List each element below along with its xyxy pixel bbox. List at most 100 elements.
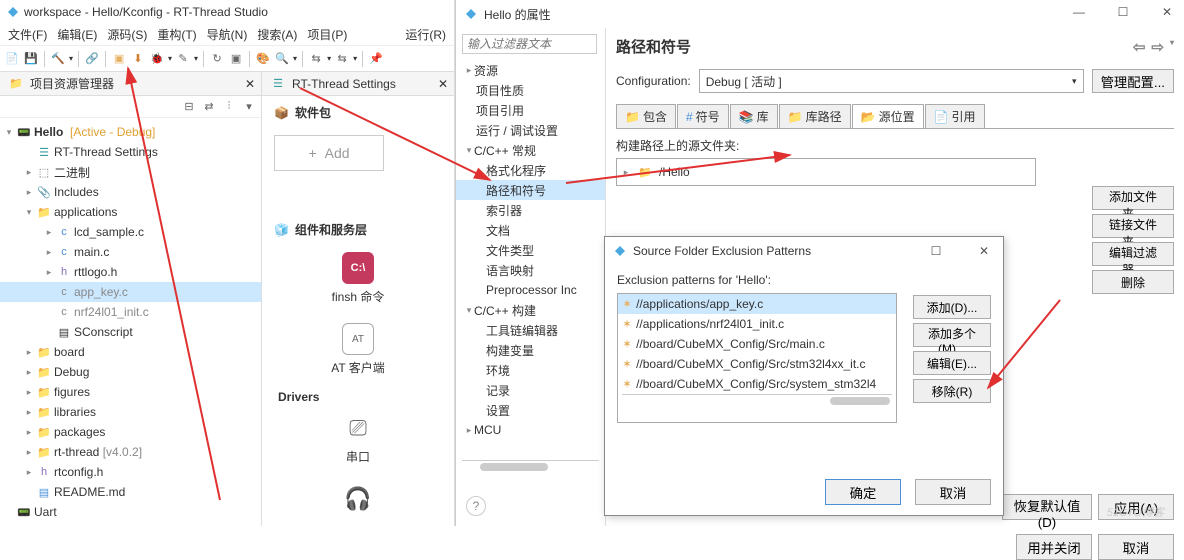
ptree-idx[interactable]: 索引器	[456, 200, 605, 220]
ptree-ftype[interactable]: 文件类型	[456, 240, 605, 260]
nav2-icon[interactable]: ⇆	[334, 51, 350, 67]
manage-config-button[interactable]: 管理配置...	[1092, 69, 1174, 93]
src-item[interactable]: ▸ 📁 /Hello	[621, 163, 1031, 181]
ptree-nature[interactable]: 项目性质	[456, 80, 605, 100]
ptree-ref[interactable]: 项目引用	[456, 100, 605, 120]
tool2-icon[interactable]: ✎	[175, 51, 191, 67]
help-icon[interactable]: ?	[466, 496, 486, 516]
dlg-add-button[interactable]: 添加(D)...	[913, 295, 991, 319]
link-folder-button[interactable]: 链接文件夹...	[1092, 214, 1174, 238]
tree-lcd-sample[interactable]: ▸clcd_sample.c	[0, 222, 261, 242]
audio-component[interactable]: 🎧	[342, 483, 374, 515]
dlg-remove-button[interactable]: 移除(R)	[913, 379, 991, 403]
filter-input[interactable]	[462, 34, 597, 54]
ptree-env[interactable]: 环境	[456, 360, 605, 380]
collapse-icon[interactable]: ⊟	[181, 99, 197, 115]
menu-refactor[interactable]: 重构(T)	[153, 24, 200, 45]
add-button[interactable]: + Add	[274, 135, 384, 171]
serial-component[interactable]: ⎚ 串口	[342, 412, 374, 465]
project-root[interactable]: ▾📟 Hello [Active - Debug]	[0, 122, 261, 142]
menu-search[interactable]: 搜索(A)	[253, 24, 301, 45]
link-editor-icon[interactable]: ⇄	[201, 99, 217, 115]
bug-icon[interactable]: 🐞	[149, 51, 165, 67]
maximize-icon[interactable]: ☐	[923, 241, 949, 261]
palette-icon[interactable]: 🎨	[255, 51, 271, 67]
tree-debug[interactable]: ▸📁Debug	[0, 362, 261, 382]
link-icon[interactable]: 🔗	[84, 51, 100, 67]
ok-button[interactable]: 确定	[825, 479, 901, 505]
pin-icon[interactable]: 📌	[368, 51, 384, 67]
tree-includes[interactable]: ▸📎Includes	[0, 182, 261, 202]
menu-icon[interactable]: ▾	[241, 99, 257, 115]
tree-packages[interactable]: ▸📁packages	[0, 422, 261, 442]
ptree-tce[interactable]: 工具链编辑器	[456, 320, 605, 340]
dialog-scroll[interactable]	[622, 394, 892, 408]
menu-file[interactable]: 文件(F)	[4, 24, 51, 45]
ptree-lang[interactable]: 语言映射	[456, 260, 605, 280]
tree-board[interactable]: ▸📁board	[0, 342, 261, 362]
ptree-doc[interactable]: 文档	[456, 220, 605, 240]
ptree-path[interactable]: 路径和符号	[456, 180, 605, 200]
close-icon[interactable]: ✕	[1154, 2, 1180, 22]
close-icon[interactable]: ✕	[245, 77, 255, 91]
tree-rttlogo[interactable]: ▸hrttlogo.h	[0, 262, 261, 282]
cancel-button[interactable]: 取消	[1098, 534, 1174, 560]
tree-binaries[interactable]: ▸⬚二进制	[0, 162, 261, 182]
ptree-ccgen[interactable]: ▾C/C++ 常规	[456, 140, 605, 160]
pattern-item[interactable]: ✶//board/CubeMX_Config/Src/main.c	[618, 334, 896, 354]
hammer-icon[interactable]: 🔨	[50, 51, 66, 67]
tool1-icon[interactable]: ▣	[111, 51, 127, 67]
tab-symbols[interactable]: #符号	[677, 104, 729, 128]
config-select[interactable]: Debug [ 活动 ]▾	[699, 69, 1084, 93]
pattern-item[interactable]: ✶//applications/app_key.c	[618, 294, 896, 314]
tree-app-key[interactable]: capp_key.c	[0, 282, 261, 302]
edit-filter-button[interactable]: 编辑过滤器...	[1092, 242, 1174, 266]
ptree-fmt[interactable]: 格式化程序	[456, 160, 605, 180]
new-icon[interactable]: 📄	[4, 51, 20, 67]
ptree-set[interactable]: 设置	[456, 400, 605, 420]
tree-rtconfig[interactable]: ▸hrtconfig.h	[0, 462, 261, 482]
tab-lib[interactable]: 📚库	[730, 104, 778, 128]
tree-rt-thread[interactable]: ▸📁rt-thread [v4.0.2]	[0, 442, 261, 462]
nav-icon[interactable]: ⇆	[308, 51, 324, 67]
tree-rt-settings[interactable]: ☰RT-Thread Settings	[0, 142, 261, 162]
ptree-ccbuild[interactable]: ▾C/C++ 构建	[456, 300, 605, 320]
restore-defaults-button[interactable]: 恢复默认值(D)	[1002, 494, 1092, 520]
apply-close-button[interactable]: 用并关闭	[1016, 534, 1092, 560]
sidebar-scroll[interactable]	[462, 460, 599, 474]
ptree-log[interactable]: 记录	[456, 380, 605, 400]
search-icon[interactable]: 🔍	[274, 51, 290, 67]
cancel-button[interactable]: 取消	[915, 479, 991, 505]
ptree-mcu[interactable]: ▸MCU	[456, 420, 605, 440]
fwd-icon[interactable]: ⇨	[1151, 38, 1164, 56]
tree-applications[interactable]: ▾📁applications	[0, 202, 261, 222]
finsh-component[interactable]: C:\ finsh 命令	[332, 252, 385, 305]
close-icon[interactable]: ✕	[971, 241, 997, 261]
ptree-rundbg[interactable]: 运行 / 调试设置	[456, 120, 605, 140]
at-component[interactable]: AT AT 客户端	[331, 323, 385, 376]
ptree-pre[interactable]: Preprocessor Inc	[456, 280, 605, 300]
save-icon[interactable]: 💾	[23, 51, 39, 67]
tab-libpath[interactable]: 📁库路径	[779, 104, 851, 128]
tab-include[interactable]: 📁包含	[616, 104, 676, 128]
tab-refs[interactable]: 📄引用	[925, 104, 985, 128]
delete-button[interactable]: 删除	[1092, 270, 1174, 294]
pattern-item[interactable]: ✶//applications/nrf24l01_init.c	[618, 314, 896, 334]
tab-source[interactable]: 📂源位置	[852, 104, 924, 128]
tree-sconscript[interactable]: ▤SConscript	[0, 322, 261, 342]
download-icon[interactable]: ⬇	[130, 51, 146, 67]
tree-nrf-init[interactable]: cnrf24l01_init.c	[0, 302, 261, 322]
tree-libraries[interactable]: ▸📁libraries	[0, 402, 261, 422]
ptree-bvar[interactable]: 构建变量	[456, 340, 605, 360]
menu-run[interactable]: 运行(R)	[401, 24, 450, 45]
pattern-item[interactable]: ✶//board/CubeMX_Config/Src/stm32l4xx_it.…	[618, 354, 896, 374]
maximize-icon[interactable]: ☐	[1110, 2, 1136, 22]
sync-icon[interactable]: ↻	[209, 51, 225, 67]
dlg-addmany-button[interactable]: 添加多个(M)...	[913, 323, 991, 347]
menu-project[interactable]: 项目(P)	[303, 24, 351, 45]
close-icon[interactable]: ✕	[438, 77, 448, 91]
tree-readme[interactable]: ▤README.md	[0, 482, 261, 502]
menu-edit[interactable]: 编辑(E)	[53, 24, 101, 45]
filter-icon[interactable]: ⫶	[221, 99, 237, 115]
dlg-edit-button[interactable]: 编辑(E)...	[913, 351, 991, 375]
